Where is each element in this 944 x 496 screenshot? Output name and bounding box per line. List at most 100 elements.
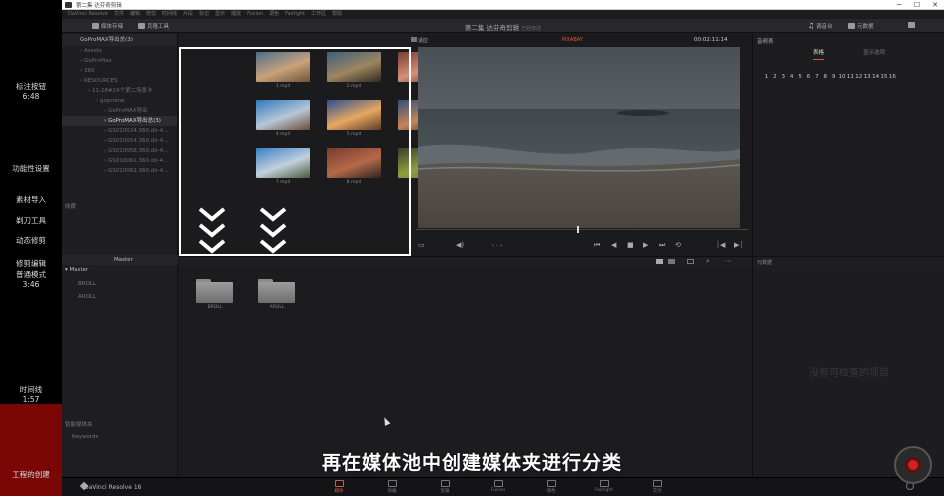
thumbnail-view-icon[interactable] bbox=[656, 259, 663, 264]
tree-item[interactable]: › GoProMAX导出总(3) bbox=[62, 116, 177, 126]
list-view-icon[interactable] bbox=[668, 259, 675, 264]
folder-broll[interactable] bbox=[196, 279, 233, 303]
clip-label: 5.mp4 bbox=[346, 132, 362, 137]
menu-item[interactable]: Fairlight bbox=[285, 10, 305, 19]
menu-item[interactable]: 播放 bbox=[231, 10, 241, 19]
menu-item[interactable]: Fusion bbox=[247, 10, 263, 19]
page-tab[interactable]: Fusion bbox=[483, 480, 513, 493]
tree-item[interactable]: › GoProMAX导出 bbox=[62, 106, 177, 116]
tree-item-label: goprome bbox=[99, 98, 125, 104]
tree-item[interactable]: › Assets bbox=[62, 46, 177, 56]
clip-thumbnail[interactable] bbox=[327, 100, 381, 130]
media-pool: BROLL AROLL bbox=[179, 267, 752, 477]
tree-item[interactable]: › GoProMax bbox=[62, 56, 177, 66]
page-tab[interactable]: Fairlight bbox=[589, 480, 619, 493]
channel-number: 7 bbox=[815, 74, 819, 80]
tree-item[interactable]: › RESOURCES bbox=[62, 76, 177, 86]
menu-item[interactable]: 帮助 bbox=[332, 10, 342, 19]
page-tab[interactable]: 交付 bbox=[642, 480, 672, 494]
maximize-icon[interactable]: ☐ bbox=[908, 0, 926, 10]
sort-icon[interactable] bbox=[687, 259, 694, 264]
tab-display-options[interactable]: 显示选项 bbox=[863, 48, 885, 56]
page-tab-icon bbox=[440, 480, 450, 487]
tree-item[interactable]: › GS010058.360.dir-4... bbox=[62, 146, 177, 156]
menu-item[interactable]: 工作区 bbox=[311, 10, 326, 19]
scrubber-track[interactable] bbox=[416, 229, 748, 230]
clip-thumbnail[interactable] bbox=[256, 100, 310, 130]
smart-bins-section: 智能媒体夹 bbox=[62, 420, 178, 428]
chapter-item-normal-mode[interactable]: 普通模式 3:46 bbox=[0, 270, 62, 290]
menu-item[interactable]: 片段 bbox=[183, 10, 193, 19]
bin-master[interactable]: ▾ Master bbox=[62, 267, 178, 273]
page-tab[interactable]: 快编 bbox=[377, 480, 407, 494]
stop-icon[interactable]: ■ bbox=[627, 241, 634, 249]
playhead[interactable] bbox=[577, 226, 579, 233]
mark-out-icon[interactable]: ▶⏐ bbox=[734, 241, 743, 250]
clip-thumbnail[interactable] bbox=[327, 52, 381, 82]
menu-item[interactable]: 文件 bbox=[114, 10, 124, 19]
menu-item[interactable]: 编辑 bbox=[130, 10, 140, 19]
metadata-button[interactable]: 元数据 bbox=[848, 22, 874, 30]
smart-bin-keywords[interactable]: Keywords bbox=[62, 434, 178, 440]
loop-icon[interactable]: ⟲ bbox=[675, 241, 681, 249]
menu-item[interactable]: 修剪 bbox=[146, 10, 156, 19]
folder-label-broll: BROLL bbox=[207, 305, 223, 310]
clip-thumbnail[interactable] bbox=[327, 148, 381, 178]
zoom-select[interactable]: 适应 bbox=[418, 37, 428, 44]
bin-label: Master bbox=[69, 267, 89, 273]
tree-item-label: GS010054.360.dir-4... bbox=[107, 138, 169, 144]
channel-number: 9 bbox=[831, 74, 836, 80]
mixer-button[interactable]: ♫ 调音台 bbox=[808, 22, 833, 30]
chapter-item-timeline[interactable]: 时间线 1:57 bbox=[0, 385, 62, 405]
tree-item[interactable]: › GS010062.360.dir-4... bbox=[62, 166, 177, 176]
clip-thumbnail[interactable] bbox=[256, 52, 310, 82]
media-storage-panel: GoProMAX导出总(3) › Assets › GoProMax › 360 › … bbox=[62, 34, 178, 477]
menu-item[interactable]: 调色 bbox=[269, 10, 279, 19]
tree-item[interactable]: › 11-28#24个第二场景卡 bbox=[62, 86, 177, 96]
play-icon[interactable]: ▶ bbox=[643, 241, 648, 249]
chapter-label: 标注按钮 bbox=[16, 82, 46, 91]
chapter-item-dynamic-trim[interactable]: 动态修剪 bbox=[0, 236, 62, 246]
inspector-toggle-button[interactable] bbox=[908, 22, 917, 29]
minimize-icon[interactable]: ─ bbox=[890, 0, 908, 10]
tree-item[interactable]: › GS010024.360.dir-4... bbox=[62, 126, 177, 136]
page-tab[interactable]: 剪辑 bbox=[430, 480, 460, 494]
menu-item[interactable]: DaVinci Resolve bbox=[68, 10, 108, 19]
skip-start-icon[interactable]: ⏮ bbox=[594, 241, 600, 250]
clip-thumbnail[interactable] bbox=[256, 148, 310, 178]
tree-item[interactable]: › goprome bbox=[62, 96, 177, 106]
tab-meters[interactable]: 表格 bbox=[813, 48, 825, 60]
bin-aroll[interactable]: AROLL bbox=[62, 294, 178, 300]
menu-item[interactable]: 标记 bbox=[199, 10, 209, 19]
page-tab[interactable]: 调色 bbox=[536, 480, 566, 494]
clip-label: 7.mp4 bbox=[275, 180, 291, 185]
skip-end-icon[interactable]: ⏭ bbox=[659, 241, 665, 250]
search-icon[interactable]: ⌕ bbox=[706, 257, 710, 266]
chapter-item-annotate[interactable]: 标注按钮 6:48 bbox=[0, 82, 62, 102]
bin-broll[interactable]: BROLL bbox=[62, 281, 178, 287]
folder-aroll[interactable] bbox=[258, 279, 295, 303]
viewer-options-icon[interactable]: ▭ bbox=[418, 241, 425, 249]
jog-icon[interactable]: ‹ ◦ › bbox=[492, 243, 502, 249]
tree-item[interactable]: › GS010061.360.dir-4... bbox=[62, 156, 177, 166]
chapter-item-razor[interactable]: 剃刀工具 bbox=[0, 216, 62, 226]
page-tab-label: 调色 bbox=[546, 489, 556, 494]
mark-in-icon[interactable]: ⏐◀ bbox=[716, 241, 725, 250]
tree-item[interactable]: › GS010054.360.dir-4... bbox=[62, 136, 177, 146]
close-icon[interactable]: ✕ bbox=[926, 0, 944, 10]
source-clip-name: PIXABAY bbox=[562, 37, 583, 43]
play-reverse-icon[interactable]: ◀ bbox=[611, 241, 616, 249]
clip-label: 2.mp4 bbox=[346, 84, 362, 89]
chapter-item-import[interactable]: 素材导入 bbox=[0, 195, 62, 205]
chapter-item-settings[interactable]: 功能性设置 bbox=[0, 164, 62, 174]
page-tab[interactable]: 媒体 bbox=[324, 480, 354, 494]
source-viewer[interactable] bbox=[418, 47, 740, 228]
chapter-sidebar: 标注按钮 6:48 功能性设置 素材导入 剃刀工具 动态修剪 修剪编辑 普通模式… bbox=[0, 0, 62, 496]
menu-item[interactable]: 时间线 bbox=[162, 10, 177, 19]
tree-item[interactable]: › 360 bbox=[62, 66, 177, 76]
record-button[interactable] bbox=[894, 446, 932, 484]
chapter-item-trim-edit[interactable]: 修剪编辑 bbox=[0, 259, 62, 269]
options-icon[interactable]: ⋯ bbox=[725, 257, 732, 265]
volume-icon[interactable]: ◀) bbox=[456, 241, 464, 249]
menu-item[interactable]: 显示 bbox=[215, 10, 225, 19]
